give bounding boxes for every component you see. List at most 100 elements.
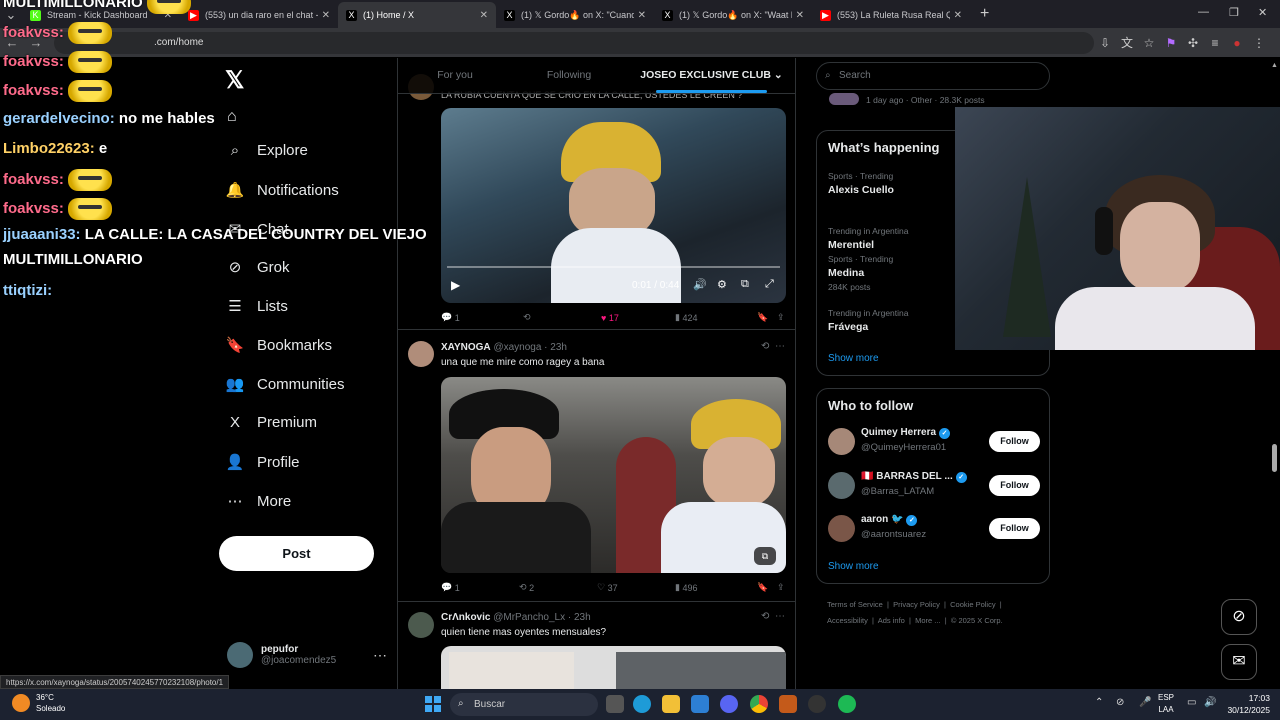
footer-link[interactable]: Ads info bbox=[878, 616, 905, 625]
file-explorer-icon[interactable] bbox=[662, 695, 680, 713]
profile-avatar-icon[interactable]: ● bbox=[1226, 36, 1248, 50]
page-scrollbar[interactable] bbox=[1272, 444, 1277, 472]
nav-item-profile[interactable]: 👤 Profile bbox=[225, 453, 300, 472]
show-more-link[interactable]: Show more bbox=[828, 353, 879, 364]
obs-icon[interactable] bbox=[808, 695, 826, 713]
follow-button[interactable]: Follow bbox=[989, 475, 1040, 496]
follow-suggestion[interactable]: aaron 🐦 ✓ @aarontsuarez Follow bbox=[828, 514, 1040, 544]
share-icon[interactable]: ⇪ bbox=[777, 582, 785, 593]
menu-kebab-icon[interactable]: ⋮ bbox=[1248, 36, 1270, 50]
chat-username[interactable]: MULTIMILLONARIO bbox=[3, 0, 143, 11]
tab-close-icon[interactable]: ✕ bbox=[638, 10, 646, 21]
tweet-author-handle[interactable]: @MrPancho_Lx · 23h bbox=[493, 612, 590, 623]
share-icon[interactable]: ⇪ bbox=[777, 312, 785, 323]
tray-network-icon[interactable]: ⊘ bbox=[1116, 697, 1124, 708]
taskbar-search[interactable]: Buscar bbox=[450, 693, 598, 716]
close-window-button[interactable]: ✕ bbox=[1258, 6, 1267, 19]
tab-joseo-exclusive-club[interactable]: JOSEO EXCLUSIVE CLUB ⌄ bbox=[626, 58, 795, 93]
pip-icon[interactable]: ⧉ bbox=[741, 278, 749, 291]
photo-overlay-icon[interactable]: ⧉ bbox=[754, 547, 776, 565]
follow-suggestion[interactable]: 🇵🇪 BARRAS DEL ... ✓ @Barras_LATAM Follow bbox=[828, 471, 1040, 501]
play-icon[interactable]: ▶ bbox=[451, 278, 460, 292]
footer-link[interactable]: Terms of Service bbox=[827, 600, 883, 609]
tab-for-you[interactable]: For you bbox=[398, 58, 512, 93]
media-icon[interactable]: ≡ bbox=[1204, 36, 1226, 50]
tweet[interactable]: CrΛnkovic @MrPancho_Lx · 23h ⟲ ⋯ quien t… bbox=[398, 602, 795, 698]
tweet-author-name[interactable]: XAYNOGA bbox=[441, 342, 491, 353]
search-input[interactable]: Search bbox=[816, 62, 1050, 90]
reply-button[interactable]: 💬 1 bbox=[441, 582, 519, 593]
chat-username[interactable]: foakvss: bbox=[3, 82, 64, 99]
bookmark-icon[interactable]: 🔖 bbox=[757, 582, 777, 593]
views-button[interactable]: ▮ 424 bbox=[675, 312, 757, 323]
follow-button[interactable]: Follow bbox=[989, 431, 1040, 452]
footer-link[interactable]: Cookie Policy bbox=[950, 600, 995, 609]
follow-suggestion[interactable]: Quimey Herrera ✓ @QuimeyHerrera01 Follow bbox=[828, 427, 1040, 457]
task-view-icon[interactable] bbox=[606, 695, 624, 713]
video-progress-track[interactable] bbox=[447, 266, 780, 268]
chat-username[interactable]: Limbo22623: bbox=[3, 140, 95, 157]
chat-username[interactable]: foakvss: bbox=[3, 24, 64, 41]
account-switcher[interactable]: pepufor @joacomendez5 ⋯ bbox=[227, 642, 387, 668]
trend-item[interactable]: Sports · Trending Medina 284K posts bbox=[828, 254, 893, 292]
bookmark-icon[interactable]: 🔖 bbox=[757, 312, 777, 323]
browser-tab[interactable]: X (1) 𝕏 Gordo🔥 on X: "Cuando ✕ bbox=[496, 2, 654, 28]
translate-icon[interactable]: 文 bbox=[1116, 34, 1138, 51]
minimize-button[interactable]: — bbox=[1198, 6, 1209, 18]
puzzle-icon[interactable]: ✣ bbox=[1182, 36, 1204, 50]
spotify-icon[interactable] bbox=[838, 695, 856, 713]
settings-gear-icon[interactable]: ⚙ bbox=[717, 278, 727, 291]
follow-button[interactable]: Follow bbox=[989, 518, 1040, 539]
chat-username[interactable]: foakvss: bbox=[3, 200, 64, 217]
chat-username[interactable]: jjuaaani33: bbox=[3, 226, 81, 243]
edge-icon[interactable] bbox=[633, 695, 651, 713]
post-button[interactable]: Post bbox=[219, 536, 374, 571]
grok-icon[interactable]: ⟲ bbox=[761, 341, 769, 352]
footer-link[interactable]: More ... bbox=[915, 616, 940, 625]
volume-icon[interactable]: 🔊 bbox=[693, 278, 707, 291]
views-button[interactable]: ▮ 496 bbox=[675, 582, 757, 593]
browser-tab[interactable]: ▶ (553) La Ruleta Rusa Real Que S ✕ bbox=[812, 2, 970, 28]
chat-username[interactable]: foakvss: bbox=[3, 53, 64, 70]
trend-item[interactable]: Trending in Argentina Frávega bbox=[828, 308, 909, 333]
tray-mic-icon[interactable]: 🎤 bbox=[1139, 697, 1151, 708]
chrome-icon[interactable] bbox=[750, 695, 768, 713]
repost-button[interactable]: ⟲ 2 bbox=[519, 582, 597, 593]
chat-username[interactable]: gerardelvecino: bbox=[3, 110, 115, 127]
fullscreen-icon[interactable]: ⤢ bbox=[765, 278, 774, 291]
install-icon[interactable]: ⇩ bbox=[1094, 36, 1116, 50]
tab-close-icon[interactable]: ✕ bbox=[480, 10, 488, 21]
tweet[interactable]: LA RUBIA CUENTA QUE SE CRIO EN LA CALLE,… bbox=[398, 58, 795, 330]
tweet-author-handle[interactable]: @xaynoga · 23h bbox=[493, 342, 567, 353]
more-options-icon[interactable]: ⋯ bbox=[775, 341, 785, 352]
nav-item-premium[interactable]: X Premium bbox=[225, 414, 317, 431]
chat-username[interactable]: ttiqtizi: bbox=[3, 282, 52, 299]
trend-item[interactable]: Sports · Trending Alexis Cuello bbox=[828, 171, 894, 196]
tray-volume-icon[interactable]: 🔊 bbox=[1204, 697, 1216, 708]
reply-button[interactable]: 💬 1 bbox=[441, 312, 523, 323]
tray-chevron-icon[interactable]: ⌃ bbox=[1095, 697, 1103, 708]
system-clock[interactable]: 17:03 30/12/2025 bbox=[1227, 692, 1270, 716]
weather-widget[interactable]: 36°C Soleado bbox=[12, 692, 65, 714]
new-tab-button[interactable]: + bbox=[970, 2, 999, 28]
tray-display-icon[interactable]: ▭ bbox=[1187, 697, 1196, 708]
footer-link[interactable]: Privacy Policy bbox=[893, 600, 940, 609]
language-indicator[interactable]: ESP LAA bbox=[1158, 692, 1174, 716]
extension-icon[interactable]: ⚑ bbox=[1160, 36, 1182, 50]
browser-tab[interactable]: X (1) 𝕏 Gordo🔥 on X: "Waat htt ✕ bbox=[654, 2, 812, 28]
tweet-photo[interactable]: ⧉ bbox=[441, 377, 786, 573]
start-button-icon[interactable] bbox=[425, 696, 441, 712]
tab-close-icon[interactable]: ✕ bbox=[954, 10, 962, 21]
tweet-author-name[interactable]: CrΛnkovic bbox=[441, 612, 490, 623]
nav-item-communities[interactable]: 👥 Communities bbox=[225, 375, 345, 394]
footer-link[interactable]: Accessibility bbox=[827, 616, 868, 625]
nav-item-bookmarks[interactable]: 🔖 Bookmarks bbox=[225, 336, 332, 355]
more-options-icon[interactable]: ⋯ bbox=[775, 611, 785, 622]
bookmark-star-icon[interactable]: ☆ bbox=[1138, 36, 1160, 50]
store-icon[interactable] bbox=[691, 695, 709, 713]
repost-button[interactable]: ⟲ bbox=[523, 312, 601, 323]
tweet[interactable]: XAYNOGA @xaynoga · 23h ⟲ ⋯ una que me mi… bbox=[398, 330, 795, 602]
messages-floating-button[interactable]: ✉ bbox=[1221, 644, 1257, 680]
grok-floating-button[interactable]: ⊘ bbox=[1221, 599, 1257, 635]
chat-username[interactable]: foakvss: bbox=[3, 171, 64, 188]
